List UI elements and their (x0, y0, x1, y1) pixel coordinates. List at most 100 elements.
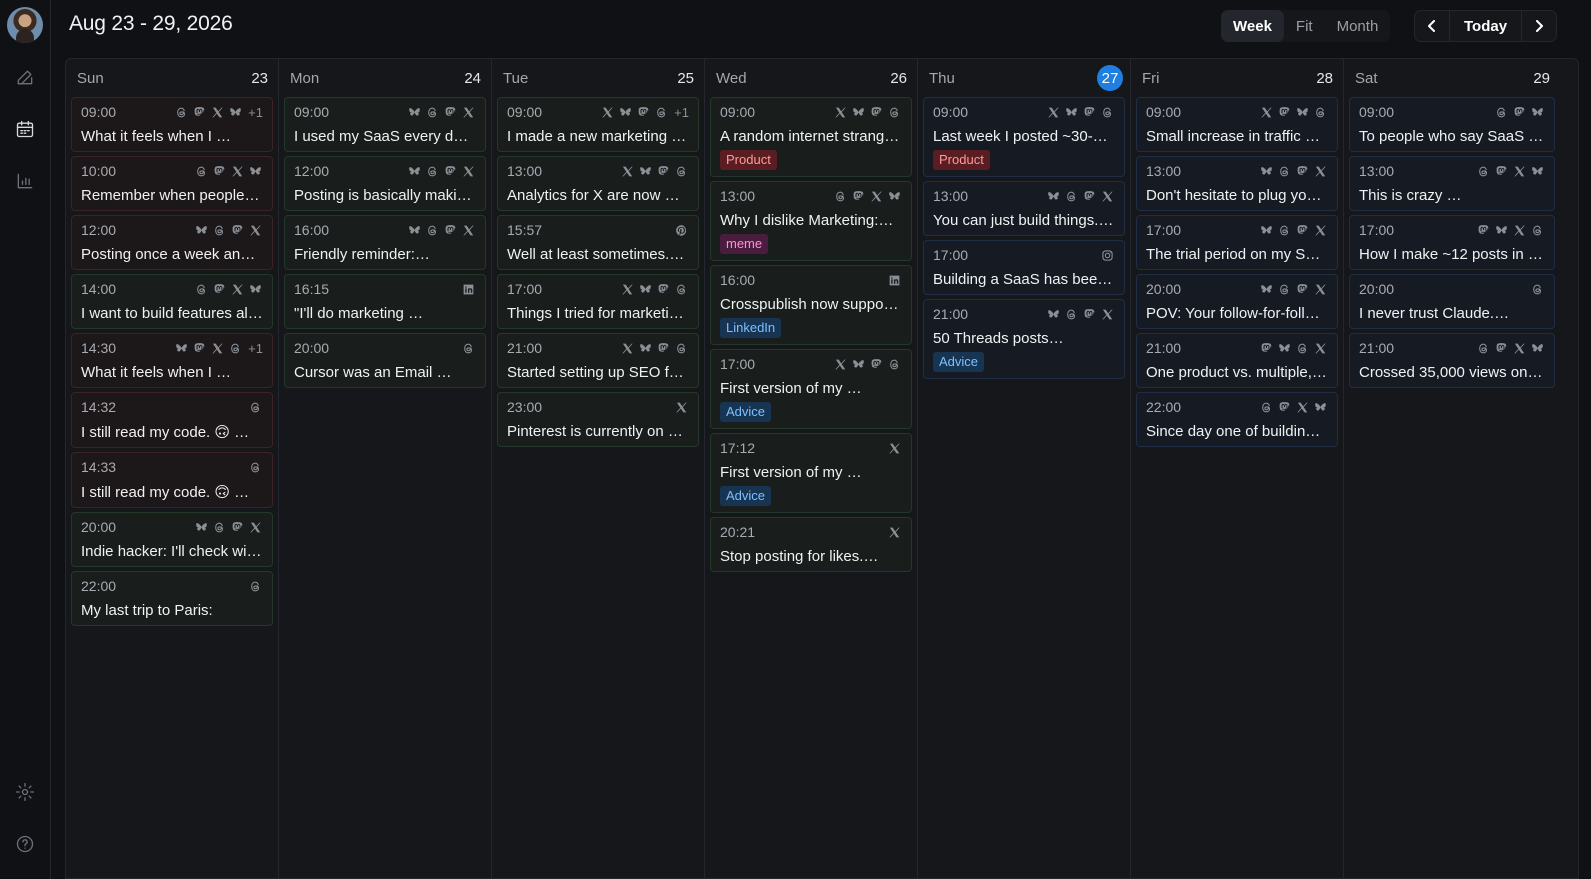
day-number: 26 (890, 69, 907, 87)
post-preview-text: Posting is basically makin… (294, 187, 476, 204)
next-week-button[interactable] (1522, 11, 1556, 41)
help-icon[interactable] (13, 832, 37, 856)
scheduled-post[interactable]: 14:00 I want to build features all … (71, 274, 273, 329)
scheduled-post[interactable]: 16:15 "I'll do marketing … (284, 274, 486, 329)
scheduled-post[interactable]: 15:57 Well at least sometimes.… (497, 215, 699, 270)
post-meta-row: 15:57 (507, 222, 689, 238)
platform-icons (248, 400, 263, 415)
scheduled-post[interactable]: 13:00 This is crazy … (1349, 156, 1555, 211)
post-preview-text: This is crazy … (1359, 187, 1462, 204)
scheduled-post[interactable]: 20:21 Stop posting for likes.… (710, 517, 912, 572)
post-meta-row: 17:12 (720, 440, 902, 456)
scheduled-post[interactable]: 17:00 Building a SaaS has been … (923, 240, 1125, 295)
post-time: 09:00 (81, 104, 117, 120)
scheduled-post[interactable]: 13:00 Analytics for X are now … (497, 156, 699, 211)
view-month-button[interactable]: Month (1325, 10, 1391, 42)
scheduled-post[interactable]: 23:00 Pinterest is currently on … (497, 392, 699, 447)
avatar[interactable] (7, 7, 43, 43)
post-time: 17:00 (507, 281, 543, 297)
day-name: Sat (1355, 69, 1378, 87)
scheduled-post[interactable]: 12:00 Posting is basically makin… (284, 156, 486, 211)
threads-icon (461, 341, 476, 356)
bluesky-icon (174, 341, 189, 356)
scheduled-post[interactable]: 14:33 I still read my code. 🙃 … (71, 452, 273, 508)
bluesky-icon (407, 105, 422, 120)
scheduled-post[interactable]: 17:00 First version of my … Advice (710, 349, 912, 429)
compose-icon[interactable] (13, 65, 37, 89)
scheduled-post[interactable]: 09:00 Small increase in traffic … (1136, 97, 1338, 152)
scheduled-post[interactable]: 21:00 Crossed 35,000 views on … (1349, 333, 1555, 388)
bluesky-icon (638, 282, 653, 297)
scheduled-post[interactable]: 12:00 Posting once a week and … (71, 215, 273, 270)
scheduled-post[interactable]: 20:00 POV: Your follow-for-follo… (1136, 274, 1338, 329)
platform-icons: +1 (174, 105, 263, 120)
scheduled-post[interactable]: 20:00 Cursor was an Email … (284, 333, 486, 388)
scheduled-post[interactable]: 21:00 Started setting up SEO for… (497, 333, 699, 388)
post-time: 21:00 (507, 340, 543, 356)
scheduled-post[interactable]: 17:00 The trial period on my Saa… (1136, 215, 1338, 270)
scheduled-post[interactable]: 13:00 Why I dislike Marketing:… meme (710, 181, 912, 261)
platform-icons (833, 189, 902, 204)
scheduled-post[interactable]: 17:00 Things I tried for marketin… (497, 274, 699, 329)
post-time: 14:00 (81, 281, 117, 297)
view-week-button[interactable]: Week (1221, 10, 1284, 42)
scheduled-post[interactable]: 09:00 To people who say SaaS is… (1349, 97, 1555, 152)
post-meta-row: 17:00 (1146, 222, 1328, 238)
scheduled-post[interactable]: 10:00 Remember when people … (71, 156, 273, 211)
today-button[interactable]: Today (1449, 11, 1523, 41)
scheduled-post[interactable]: 17:12 First version of my … Advice (710, 433, 912, 513)
threads-icon (674, 164, 689, 179)
view-fit-button[interactable]: Fit (1284, 10, 1325, 42)
bluesky-icon (1259, 282, 1274, 297)
scheduled-post[interactable]: 09:00 I used my SaaS every day … (284, 97, 486, 152)
scheduled-post[interactable]: 13:00 Don't hesitate to plug your… (1136, 156, 1338, 211)
scheduled-post[interactable]: 22:00 My last trip to Paris: (71, 571, 273, 626)
platform-icons (887, 273, 902, 288)
previous-week-button[interactable] (1415, 11, 1449, 41)
scheduled-post[interactable]: 14:30 +1 What it feels when I … (71, 333, 273, 388)
scheduled-post[interactable]: 16:00 Friendly reminder:… (284, 215, 486, 270)
mastodon-icon (656, 164, 671, 179)
platform-icons: +1 (174, 341, 263, 356)
linkedin-icon (887, 273, 902, 288)
scheduled-post[interactable]: 20:00 Indie hacker: I'll check wit… (71, 512, 273, 567)
scheduled-post[interactable]: 21:00 One product vs. multiple, … (1136, 333, 1338, 388)
scheduled-post[interactable]: 21:00 50 Threads posts… Advice (923, 299, 1125, 379)
scheduled-post[interactable]: 13:00 You can just build things.… (923, 181, 1125, 236)
day-name: Sun (77, 69, 104, 87)
scheduled-post[interactable]: 09:00 A random internet strange… Product (710, 97, 912, 177)
scheduled-post[interactable]: 22:00 Since day one of building … (1136, 392, 1338, 447)
scheduled-post[interactable]: 09:00 Last week I posted ~30-… Product (923, 97, 1125, 177)
post-preview-text: My last trip to Paris: (81, 602, 213, 619)
analytics-icon[interactable] (13, 169, 37, 193)
post-meta-row: 14:33 (81, 459, 263, 475)
scheduled-post[interactable]: 20:00 I never trust Claude.… (1349, 274, 1555, 329)
scheduled-post[interactable]: 16:00 Crosspublish now support… LinkedIn (710, 265, 912, 345)
bluesky-icon (194, 520, 209, 535)
post-time: 16:15 (294, 281, 330, 297)
post-tag: meme (720, 234, 769, 254)
post-preview-text: Last week I posted ~30-… (933, 128, 1108, 145)
post-time: 20:00 (81, 519, 117, 535)
day-name: Wed (716, 69, 747, 87)
bluesky-icon (618, 105, 633, 120)
platform-icons (1259, 105, 1328, 120)
x-icon (1259, 105, 1274, 120)
post-preview-text: First version of my … (720, 464, 862, 481)
platform-icons (194, 282, 263, 297)
x-icon (1046, 105, 1061, 120)
scheduled-post[interactable]: 09:00 +1 What it feels when I … (71, 97, 273, 152)
scheduled-post[interactable]: 14:32 I still read my code. 🙃 … (71, 392, 273, 448)
settings-icon[interactable] (13, 780, 37, 804)
event-list: 09:00 +1 I made a new marketing … 13:00 Anal… (492, 97, 704, 447)
mastodon-icon (1476, 223, 1491, 238)
post-time: 12:00 (294, 163, 330, 179)
mastodon-icon (1259, 341, 1274, 356)
threads-icon (674, 341, 689, 356)
post-meta-row: 16:00 (720, 272, 902, 288)
calendar-icon[interactable] (13, 117, 37, 141)
day-header: Wed 26 (705, 59, 917, 97)
bluesky-icon (407, 223, 422, 238)
scheduled-post[interactable]: 09:00 +1 I made a new marketing … (497, 97, 699, 152)
scheduled-post[interactable]: 17:00 How I make ~12 posts in 1… (1349, 215, 1555, 270)
